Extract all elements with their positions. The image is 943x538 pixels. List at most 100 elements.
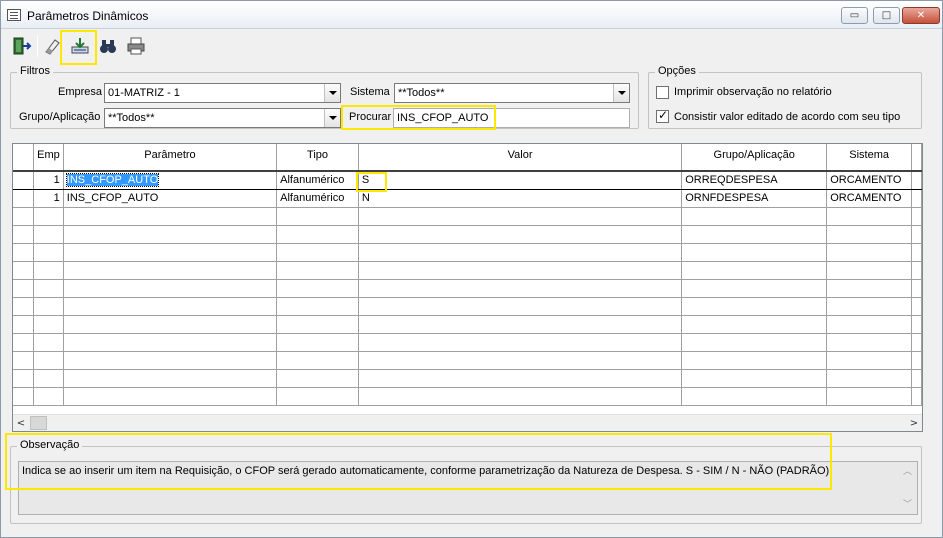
cell-grupo[interactable] [681,333,828,352]
cell-valor[interactable] [358,243,683,262]
cell-grupo[interactable] [681,207,828,226]
cell-emp[interactable] [33,243,64,262]
print-button[interactable] [123,33,149,59]
cell-valor[interactable] [358,261,683,280]
title-bar[interactable]: Parâmetros Dinâmicos ▭ □ ✕ [1,1,942,29]
row-indicator[interactable] [13,333,35,352]
column-header-sistema[interactable]: Sistema [826,144,913,172]
cell-parametro[interactable]: INS_CFOP_AUTO [63,171,278,190]
row-indicator[interactable] [13,207,35,226]
cell-valor[interactable] [358,279,683,298]
cell-emp[interactable]: 1 [33,189,64,208]
cell-tipo[interactable]: Alfanumérico [276,171,359,190]
cell-grupo[interactable] [681,297,828,316]
cell-grupo[interactable]: ORREQDESPESA [681,171,828,190]
cell-tipo[interactable] [276,243,359,262]
cell-tipo[interactable] [276,207,359,226]
scroll-thumb[interactable] [30,416,47,430]
sistema-select[interactable]: **Todos** [394,83,630,103]
table-row[interactable] [13,207,922,226]
cell-parametro[interactable] [63,387,278,406]
cell-parametro[interactable] [63,207,278,226]
print-observation-checkbox[interactable] [656,86,669,99]
row-indicator[interactable] [13,369,35,388]
cell-valor[interactable] [358,297,683,316]
cell-valor[interactable]: N [358,189,683,208]
cell-valor[interactable] [358,207,683,226]
cell-tipo[interactable]: Alfanumérico [276,189,359,208]
cell-sistema[interactable] [826,315,913,334]
cell-emp[interactable] [33,207,64,226]
row-indicator[interactable] [13,387,35,406]
cell-tipo[interactable] [276,261,359,280]
cell-tipo[interactable] [276,225,359,244]
cell-grupo[interactable] [681,387,828,406]
cell-parametro[interactable] [63,333,278,352]
cell-grupo[interactable] [681,351,828,370]
parameters-grid[interactable]: Emp Parâmetro Tipo Valor Grupo/Aplicação… [12,143,923,432]
cell-sistema[interactable]: ORCAMENTO [826,171,913,190]
row-indicator[interactable] [13,297,35,316]
grupo-select[interactable]: **Todos** [104,108,341,128]
cell-sistema[interactable] [826,333,913,352]
cell-sistema[interactable] [826,225,913,244]
cell-emp[interactable] [33,387,64,406]
scroll-left-icon[interactable]: < [13,416,29,431]
cell-valor[interactable]: S [358,171,683,190]
table-row[interactable] [13,369,922,388]
cell-tipo[interactable] [276,351,359,370]
table-row[interactable] [13,315,922,334]
cell-grupo[interactable] [681,243,828,262]
table-row[interactable] [13,333,922,352]
search-button[interactable] [95,33,121,59]
row-indicator[interactable] [13,225,35,244]
cell-parametro[interactable] [63,315,278,334]
cell-emp[interactable] [33,333,64,352]
table-row[interactable] [13,261,922,280]
cell-sistema[interactable]: ORCAMENTO [826,189,913,208]
chevron-down-icon[interactable] [324,84,340,102]
cell-emp[interactable] [33,351,64,370]
cell-parametro[interactable] [63,279,278,298]
cell-valor[interactable] [358,225,683,244]
cell-valor[interactable] [358,387,683,406]
exit-button[interactable] [9,33,35,59]
cell-tipo[interactable] [276,315,359,334]
row-indicator[interactable] [13,351,35,370]
cell-sistema[interactable] [826,207,913,226]
cell-emp[interactable] [33,297,64,316]
row-indicator[interactable] [13,189,35,208]
cell-parametro[interactable] [63,261,278,280]
row-indicator[interactable] [13,261,35,280]
table-row[interactable]: 1 INS_CFOP_AUTO Alfanumérico N ORNFDESPESA OR… [13,189,922,208]
chevron-down-icon[interactable] [324,109,340,127]
table-row[interactable] [13,387,922,406]
cell-emp[interactable] [33,261,64,280]
cell-parametro[interactable] [63,351,278,370]
cell-emp[interactable]: 1 [33,171,64,190]
cell-parametro[interactable] [63,225,278,244]
column-header-tipo[interactable]: Tipo [276,144,359,172]
cell-sistema[interactable] [826,297,913,316]
column-header-valor[interactable]: Valor [358,144,683,172]
empresa-select[interactable]: 01-MATRIZ - 1 [104,83,341,103]
cell-sistema[interactable] [826,261,913,280]
cell-grupo[interactable]: ORNFDESPESA [681,189,828,208]
row-indicator[interactable] [13,279,35,298]
table-row[interactable] [13,351,922,370]
column-header-parametro[interactable]: Parâmetro [63,144,278,172]
cell-tipo[interactable] [276,279,359,298]
table-row[interactable] [13,243,922,262]
cell-parametro[interactable] [63,243,278,262]
row-indicator[interactable] [13,243,35,262]
cell-sistema[interactable] [826,369,913,388]
table-row[interactable] [13,225,922,244]
cell-valor[interactable] [358,351,683,370]
cell-sistema[interactable] [826,351,913,370]
cell-parametro[interactable] [63,297,278,316]
cell-parametro[interactable] [63,369,278,388]
cell-grupo[interactable] [681,225,828,244]
minimize-button[interactable]: ▭ [841,7,868,24]
cell-valor[interactable] [358,333,683,352]
scroll-right-icon[interactable]: > [906,416,922,431]
